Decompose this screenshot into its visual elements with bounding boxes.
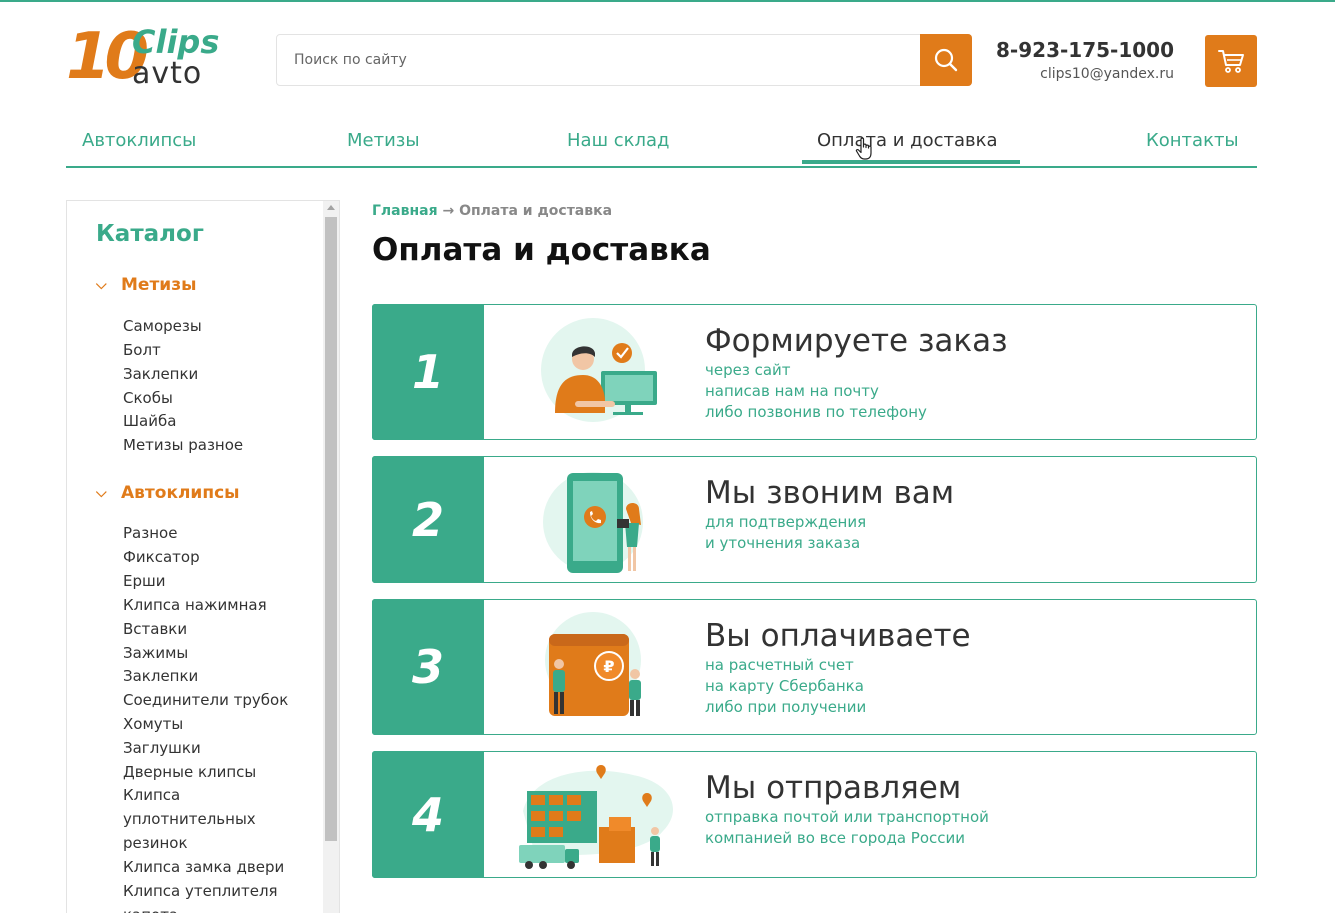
logo-word-avto: avto xyxy=(132,56,203,91)
chevron-down-icon: ⌵ xyxy=(96,485,107,501)
catalog-item[interactable]: Дверные клипсы xyxy=(123,760,256,784)
main-nav: Автоклипсы Метизы Наш склад Оплата и дос… xyxy=(66,120,1257,168)
site-logo[interactable]: 10 Clips avto xyxy=(66,22,248,96)
step-description: на расчетный счет на карту Сбербанка либ… xyxy=(705,655,866,718)
catalog-item[interactable]: Фиксатор xyxy=(123,545,200,569)
step-line: написав нам на почту xyxy=(705,382,879,400)
hand-cursor-icon xyxy=(855,137,872,160)
nav-active-indicator xyxy=(802,160,1020,164)
breadcrumb: Главная → Оплата и доставка xyxy=(372,203,612,219)
catalog-item[interactable]: капота xyxy=(123,903,178,913)
step-title: Мы звоним вам xyxy=(705,475,955,511)
catalog-group-label: Автоклипсы xyxy=(121,483,240,503)
catalog-item[interactable]: Клипса нажимная xyxy=(123,593,267,617)
catalog-item[interactable]: Соединители трубок xyxy=(123,688,288,712)
phone-call-illustration xyxy=(543,472,643,573)
step-description: для подтверждения и уточнения заказа xyxy=(705,512,866,554)
step-description: через сайт написав нам на почту либо поз… xyxy=(705,360,927,423)
catalog-item[interactable]: Клипса утеплителя xyxy=(123,879,278,903)
chevron-down-icon: ⌵ xyxy=(96,277,107,293)
sidebar-scrollbar[interactable] xyxy=(323,201,339,913)
contact-email[interactable]: clips10@yandex.ru xyxy=(990,66,1174,82)
nav-item-hardware[interactable]: Метизы xyxy=(347,130,420,151)
step-number: 3 xyxy=(372,599,484,735)
catalog-group-label: Метизы xyxy=(121,275,197,295)
catalog-item[interactable]: Заглушки xyxy=(123,736,201,760)
step-line: для подтверждения xyxy=(705,513,867,531)
step-line: через сайт xyxy=(705,361,791,379)
step-number: 1 xyxy=(372,304,484,440)
step-card-1: 1 Формируете заказ через сайт написав на… xyxy=(372,304,1257,440)
step-title: Мы отправляем xyxy=(705,770,962,806)
step-line: либо при получении xyxy=(705,698,867,716)
catalog-item[interactable]: Шайба xyxy=(123,409,176,433)
catalog-item[interactable]: Заклепки xyxy=(123,664,198,688)
step-title: Формируете заказ xyxy=(705,323,1008,359)
payment-illustration: ₽ xyxy=(545,612,641,716)
step-description: отправка почтой или транспортной компани… xyxy=(705,807,989,849)
search-icon xyxy=(934,48,958,72)
person-at-computer-illustration xyxy=(541,318,657,422)
catalog-item[interactable]: резинок xyxy=(123,831,188,855)
catalog-item[interactable]: Вставки xyxy=(123,617,187,641)
catalog-item[interactable]: Болт xyxy=(123,338,161,362)
step-title: Вы оплачиваете xyxy=(705,618,971,654)
scrollbar-thumb[interactable] xyxy=(325,217,337,841)
cart-icon xyxy=(1218,50,1244,73)
search-input[interactable] xyxy=(277,35,921,85)
catalog-sidebar: Каталог ⌵ Метизы Саморезы Болт Заклепки С… xyxy=(66,200,340,913)
catalog-item[interactable]: Клипса замка двери xyxy=(123,855,284,879)
catalog-item[interactable]: Ерши xyxy=(123,569,165,593)
step-card-2: 2 Мы звоним вам для подтверждения и уточ… xyxy=(372,456,1257,583)
breadcrumb-separator: → xyxy=(442,203,455,219)
catalog-group-hardware[interactable]: ⌵ Метизы xyxy=(96,275,196,295)
catalog-item[interactable]: Скобы xyxy=(123,386,173,410)
step-number: 2 xyxy=(372,456,484,583)
catalog-item[interactable]: уплотнительных xyxy=(123,807,256,831)
shipping-warehouse-illustration xyxy=(519,765,673,869)
breadcrumb-home-link[interactable]: Главная xyxy=(372,203,438,219)
step-line: на карту Сбербанка xyxy=(705,677,864,695)
scroll-up-arrow-icon[interactable] xyxy=(327,205,335,210)
nav-item-warehouse[interactable]: Наш склад xyxy=(567,130,670,151)
breadcrumb-current: Оплата и доставка xyxy=(459,203,613,219)
step-line: и уточнения заказа xyxy=(705,534,861,552)
catalog-item[interactable]: Разное xyxy=(123,521,177,545)
top-accent-line xyxy=(0,0,1335,2)
contact-phone[interactable]: 8-923-175-1000 xyxy=(990,38,1174,62)
step-line: на расчетный счет xyxy=(705,656,854,674)
svg-text:₽: ₽ xyxy=(603,657,614,676)
search-bar xyxy=(276,34,972,86)
catalog-title: Каталог xyxy=(96,221,204,247)
cart-button[interactable] xyxy=(1205,35,1257,87)
search-button[interactable] xyxy=(920,34,972,86)
catalog-item[interactable]: Хомуты xyxy=(123,712,183,736)
step-card-3: 3 ₽ Вы оплачиваете на расчетный счет на … xyxy=(372,599,1257,735)
catalog-item[interactable]: Клипса xyxy=(123,783,180,807)
step-line: отправка почтой или транспортной xyxy=(705,808,989,826)
step-line: либо позвонив по телефону xyxy=(705,403,927,421)
step-card-4: 4 Мы отправляем отправка почтой или тран… xyxy=(372,751,1257,878)
nav-item-autoclips[interactable]: Автоклипсы xyxy=(82,130,196,151)
catalog-item[interactable]: Метизы разное xyxy=(123,433,243,457)
page-title: Оплата и доставка xyxy=(372,232,711,268)
nav-item-payment-delivery[interactable]: Оплата и доставка xyxy=(817,130,998,151)
step-line: компанией во все города России xyxy=(705,829,966,847)
nav-item-contacts[interactable]: Контакты xyxy=(1146,130,1239,151)
step-number: 4 xyxy=(372,751,484,878)
catalog-item[interactable]: Зажимы xyxy=(123,641,188,665)
catalog-item[interactable]: Заклепки xyxy=(123,362,198,386)
catalog-item[interactable]: Саморезы xyxy=(123,314,202,338)
catalog-group-autoclips[interactable]: ⌵ Автоклипсы xyxy=(96,483,240,503)
